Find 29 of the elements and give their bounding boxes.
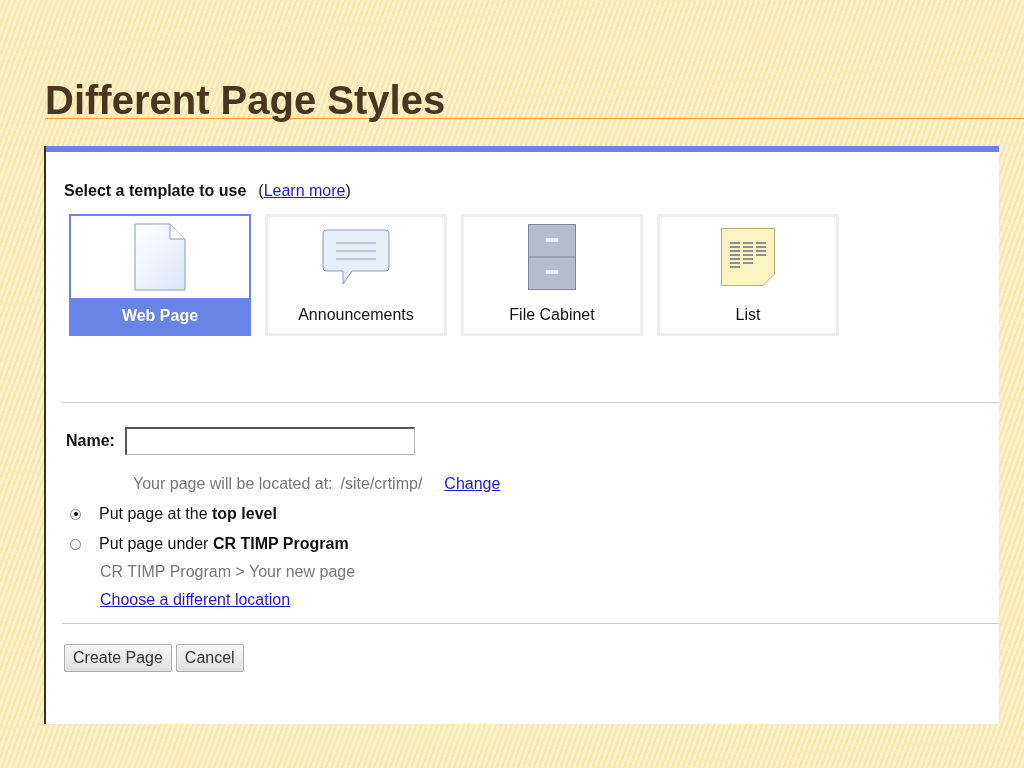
- template-label: Announcements: [297, 305, 415, 325]
- template-card[interactable]: Announcements: [265, 214, 447, 336]
- name-input-field[interactable]: [124, 427, 415, 455]
- placement-option-label: Put page under CR TIMP Program: [99, 535, 349, 553]
- section-heading: Select a template to use: [64, 182, 247, 200]
- slide-title: Different Page Styles: [45, 77, 447, 124]
- name-label: Name:: [66, 432, 115, 450]
- speech-bubble-icon: [322, 229, 390, 285]
- list-note-icon: [721, 228, 775, 286]
- parenthesis: (: [258, 182, 264, 200]
- template-card[interactable]: File Cabinet: [461, 214, 643, 336]
- template-label: Web Page: [71, 298, 249, 334]
- template-card[interactable]: List: [657, 214, 839, 336]
- learn-more-link[interactable]: Learn more: [263, 182, 346, 200]
- choose-location-link[interactable]: Choose a different location: [100, 591, 291, 608]
- placement-option-label: Put page at the top level: [99, 505, 277, 523]
- form-button[interactable]: Create Page: [64, 644, 172, 672]
- breadcrumb-text: CR TIMP Program > Your new page: [100, 563, 357, 581]
- document-icon: [134, 223, 186, 291]
- template-label: File Cabinet: [508, 305, 596, 325]
- template-label: List: [734, 305, 762, 325]
- location-path: /site/crtimp/: [340, 475, 423, 493]
- radio-button[interactable]: [70, 508, 81, 520]
- form-button[interactable]: Cancel: [175, 644, 244, 672]
- radio-button[interactable]: [70, 538, 81, 550]
- file-cabinet-icon: [528, 224, 576, 290]
- parenthesis: ): [345, 182, 351, 200]
- change-link[interactable]: Change: [444, 475, 501, 493]
- location-text: Your page will be located at:: [133, 475, 333, 493]
